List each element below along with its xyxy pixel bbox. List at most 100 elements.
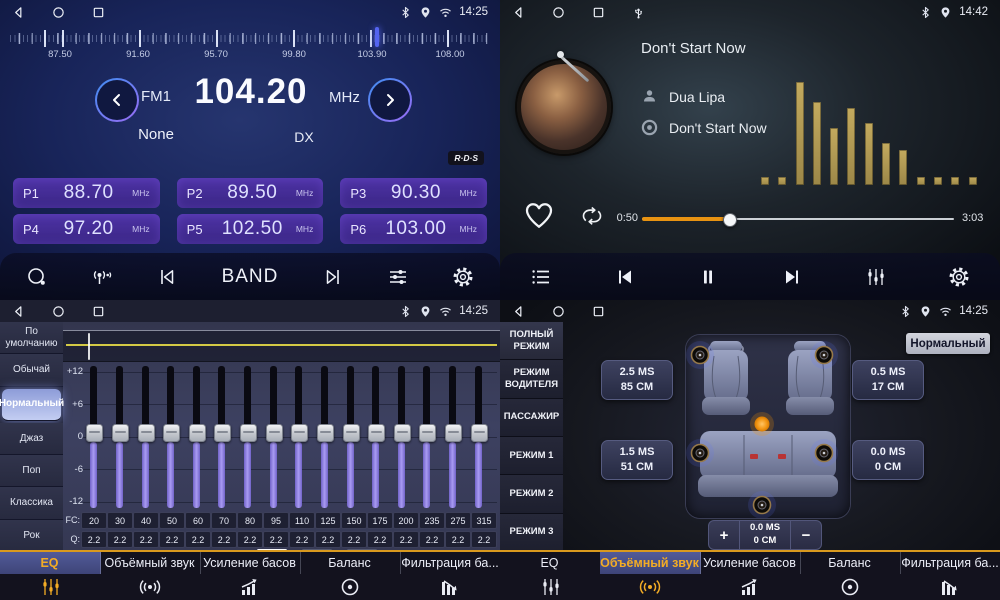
tuner-needle[interactable] — [375, 27, 379, 47]
settings-icon[interactable] — [452, 266, 474, 288]
recents-icon[interactable] — [92, 305, 105, 318]
tab-filter[interactable]: Фильтрация ба... — [400, 552, 500, 600]
eq-band-slider[interactable] — [189, 366, 204, 508]
eq-preset-item[interactable]: Поп — [0, 455, 63, 487]
slider-knob[interactable] — [189, 424, 206, 442]
q-value[interactable]: 2.2 — [185, 531, 211, 548]
delay-front-right-button[interactable]: 0.5 MS 17 CM — [852, 360, 924, 400]
fc-value[interactable]: 275 — [445, 512, 471, 529]
eq-band-slider[interactable] — [214, 366, 229, 508]
tab-filter[interactable]: Фильтрация ба... — [900, 552, 1000, 600]
back-icon[interactable] — [512, 305, 525, 318]
playlist-icon[interactable] — [530, 266, 552, 288]
eq-band-slider[interactable] — [266, 366, 281, 508]
listening-mode-item[interactable]: РЕЖИМ ВОДИТЕЛЯ — [500, 360, 563, 398]
next-track-icon[interactable] — [781, 266, 803, 288]
radio-preset-button[interactable]: P5 102.50 MHz — [177, 214, 324, 244]
fc-value[interactable]: 110 — [289, 512, 315, 529]
radio-preset-button[interactable]: P1 88.70 MHz — [13, 178, 160, 208]
back-icon[interactable] — [512, 6, 525, 19]
listening-mode-item[interactable]: РЕЖИМ 2 — [500, 475, 563, 513]
tab-balance[interactable]: Баланс — [300, 552, 400, 600]
scan-icon[interactable] — [26, 266, 48, 288]
tune-icon[interactable] — [387, 266, 409, 288]
repeat-icon[interactable] — [580, 205, 604, 229]
favorite-icon[interactable] — [524, 201, 554, 231]
recents-icon[interactable] — [592, 6, 605, 19]
settings-icon[interactable] — [948, 266, 970, 288]
q-value[interactable]: 2.2 — [133, 531, 159, 548]
slider-knob[interactable] — [368, 424, 385, 442]
eq-preset-item[interactable]: Нормальный — [2, 389, 61, 421]
profile-button[interactable]: Нормальный — [906, 333, 990, 354]
previous-icon[interactable] — [156, 266, 178, 288]
seek-up-button[interactable] — [368, 78, 412, 122]
slider-knob[interactable] — [214, 424, 231, 442]
eq-band-slider[interactable] — [394, 366, 409, 508]
home-icon[interactable] — [552, 6, 565, 19]
eq-preset-item[interactable]: Классика — [0, 487, 63, 519]
decrease-delay-button[interactable]: − — [791, 521, 821, 549]
slider-knob[interactable] — [394, 424, 411, 442]
slider-knob[interactable] — [291, 424, 308, 442]
eq-preset-item[interactable]: Джаз — [0, 423, 63, 455]
tab-eq[interactable]: EQ — [0, 552, 100, 600]
slider-knob[interactable] — [445, 424, 462, 442]
dx-mode[interactable]: DX — [284, 129, 324, 145]
slider-knob[interactable] — [266, 424, 283, 442]
eq-band-slider[interactable] — [240, 366, 255, 508]
slider-knob[interactable] — [163, 424, 180, 442]
fc-value[interactable]: 50 — [159, 512, 185, 529]
fc-value[interactable]: 175 — [367, 512, 393, 529]
progress-knob[interactable] — [723, 213, 737, 227]
eq-band-slider[interactable] — [86, 366, 101, 508]
slider-knob[interactable] — [240, 424, 257, 442]
q-value[interactable]: 2.2 — [341, 531, 367, 548]
equalizer-icon[interactable] — [864, 266, 886, 288]
progress-bar[interactable] — [642, 215, 954, 223]
q-value[interactable]: 2.2 — [289, 531, 315, 548]
q-value[interactable]: 2.2 — [315, 531, 341, 548]
home-icon[interactable] — [552, 305, 565, 318]
tab-surround[interactable]: Объёмный звук — [100, 552, 200, 600]
fc-value[interactable]: 30 — [107, 512, 133, 529]
q-value[interactable]: 2.2 — [211, 531, 237, 548]
slider-knob[interactable] — [86, 424, 103, 442]
home-icon[interactable] — [52, 305, 65, 318]
delay-rear-right-button[interactable]: 0.0 MS 0 CM — [852, 440, 924, 480]
fc-value[interactable]: 95 — [263, 512, 289, 529]
eq-band-slider[interactable] — [343, 366, 358, 508]
back-icon[interactable] — [12, 6, 25, 19]
q-value[interactable]: 2.2 — [393, 531, 419, 548]
eq-band-slider[interactable] — [471, 366, 486, 508]
previous-track-icon[interactable] — [614, 266, 636, 288]
slider-knob[interactable] — [343, 424, 360, 442]
eq-band-slider[interactable] — [368, 366, 383, 508]
tab-surround[interactable]: Объёмный звук — [600, 552, 700, 600]
listening-mode-item[interactable]: РЕЖИМ 1 — [500, 437, 563, 475]
q-value[interactable]: 2.2 — [81, 531, 107, 548]
fc-value[interactable]: 235 — [419, 512, 445, 529]
q-value[interactable]: 2.2 — [159, 531, 185, 548]
scrollbar-thumb[interactable] — [88, 333, 90, 360]
fc-value[interactable]: 80 — [237, 512, 263, 529]
band-button[interactable]: BAND — [222, 266, 279, 288]
fc-value[interactable]: 70 — [211, 512, 237, 529]
eq-band-slider[interactable] — [291, 366, 306, 508]
eq-preset-item[interactable]: По умолчанию — [0, 322, 63, 354]
listening-mode-item[interactable]: ПАССАЖИР — [500, 399, 563, 437]
increase-delay-button[interactable]: + — [709, 521, 739, 549]
home-icon[interactable] — [52, 6, 65, 19]
listening-mode-item[interactable]: РЕЖИМ 3 — [500, 514, 563, 552]
fc-value[interactable]: 40 — [133, 512, 159, 529]
radio-preset-button[interactable]: P3 90.30 MHz — [340, 178, 487, 208]
fc-value[interactable]: 150 — [341, 512, 367, 529]
tab-bass-boost[interactable]: Усиление басов — [700, 552, 800, 600]
q-value[interactable]: 2.2 — [367, 531, 393, 548]
radio-preset-button[interactable]: P2 89.50 MHz — [177, 178, 324, 208]
recents-icon[interactable] — [592, 305, 605, 318]
eq-preset-item[interactable]: Обычай — [0, 354, 63, 386]
pause-icon[interactable] — [697, 266, 719, 288]
broadcast-icon[interactable] — [91, 266, 113, 288]
eq-preset-item[interactable]: Рок — [0, 520, 63, 552]
